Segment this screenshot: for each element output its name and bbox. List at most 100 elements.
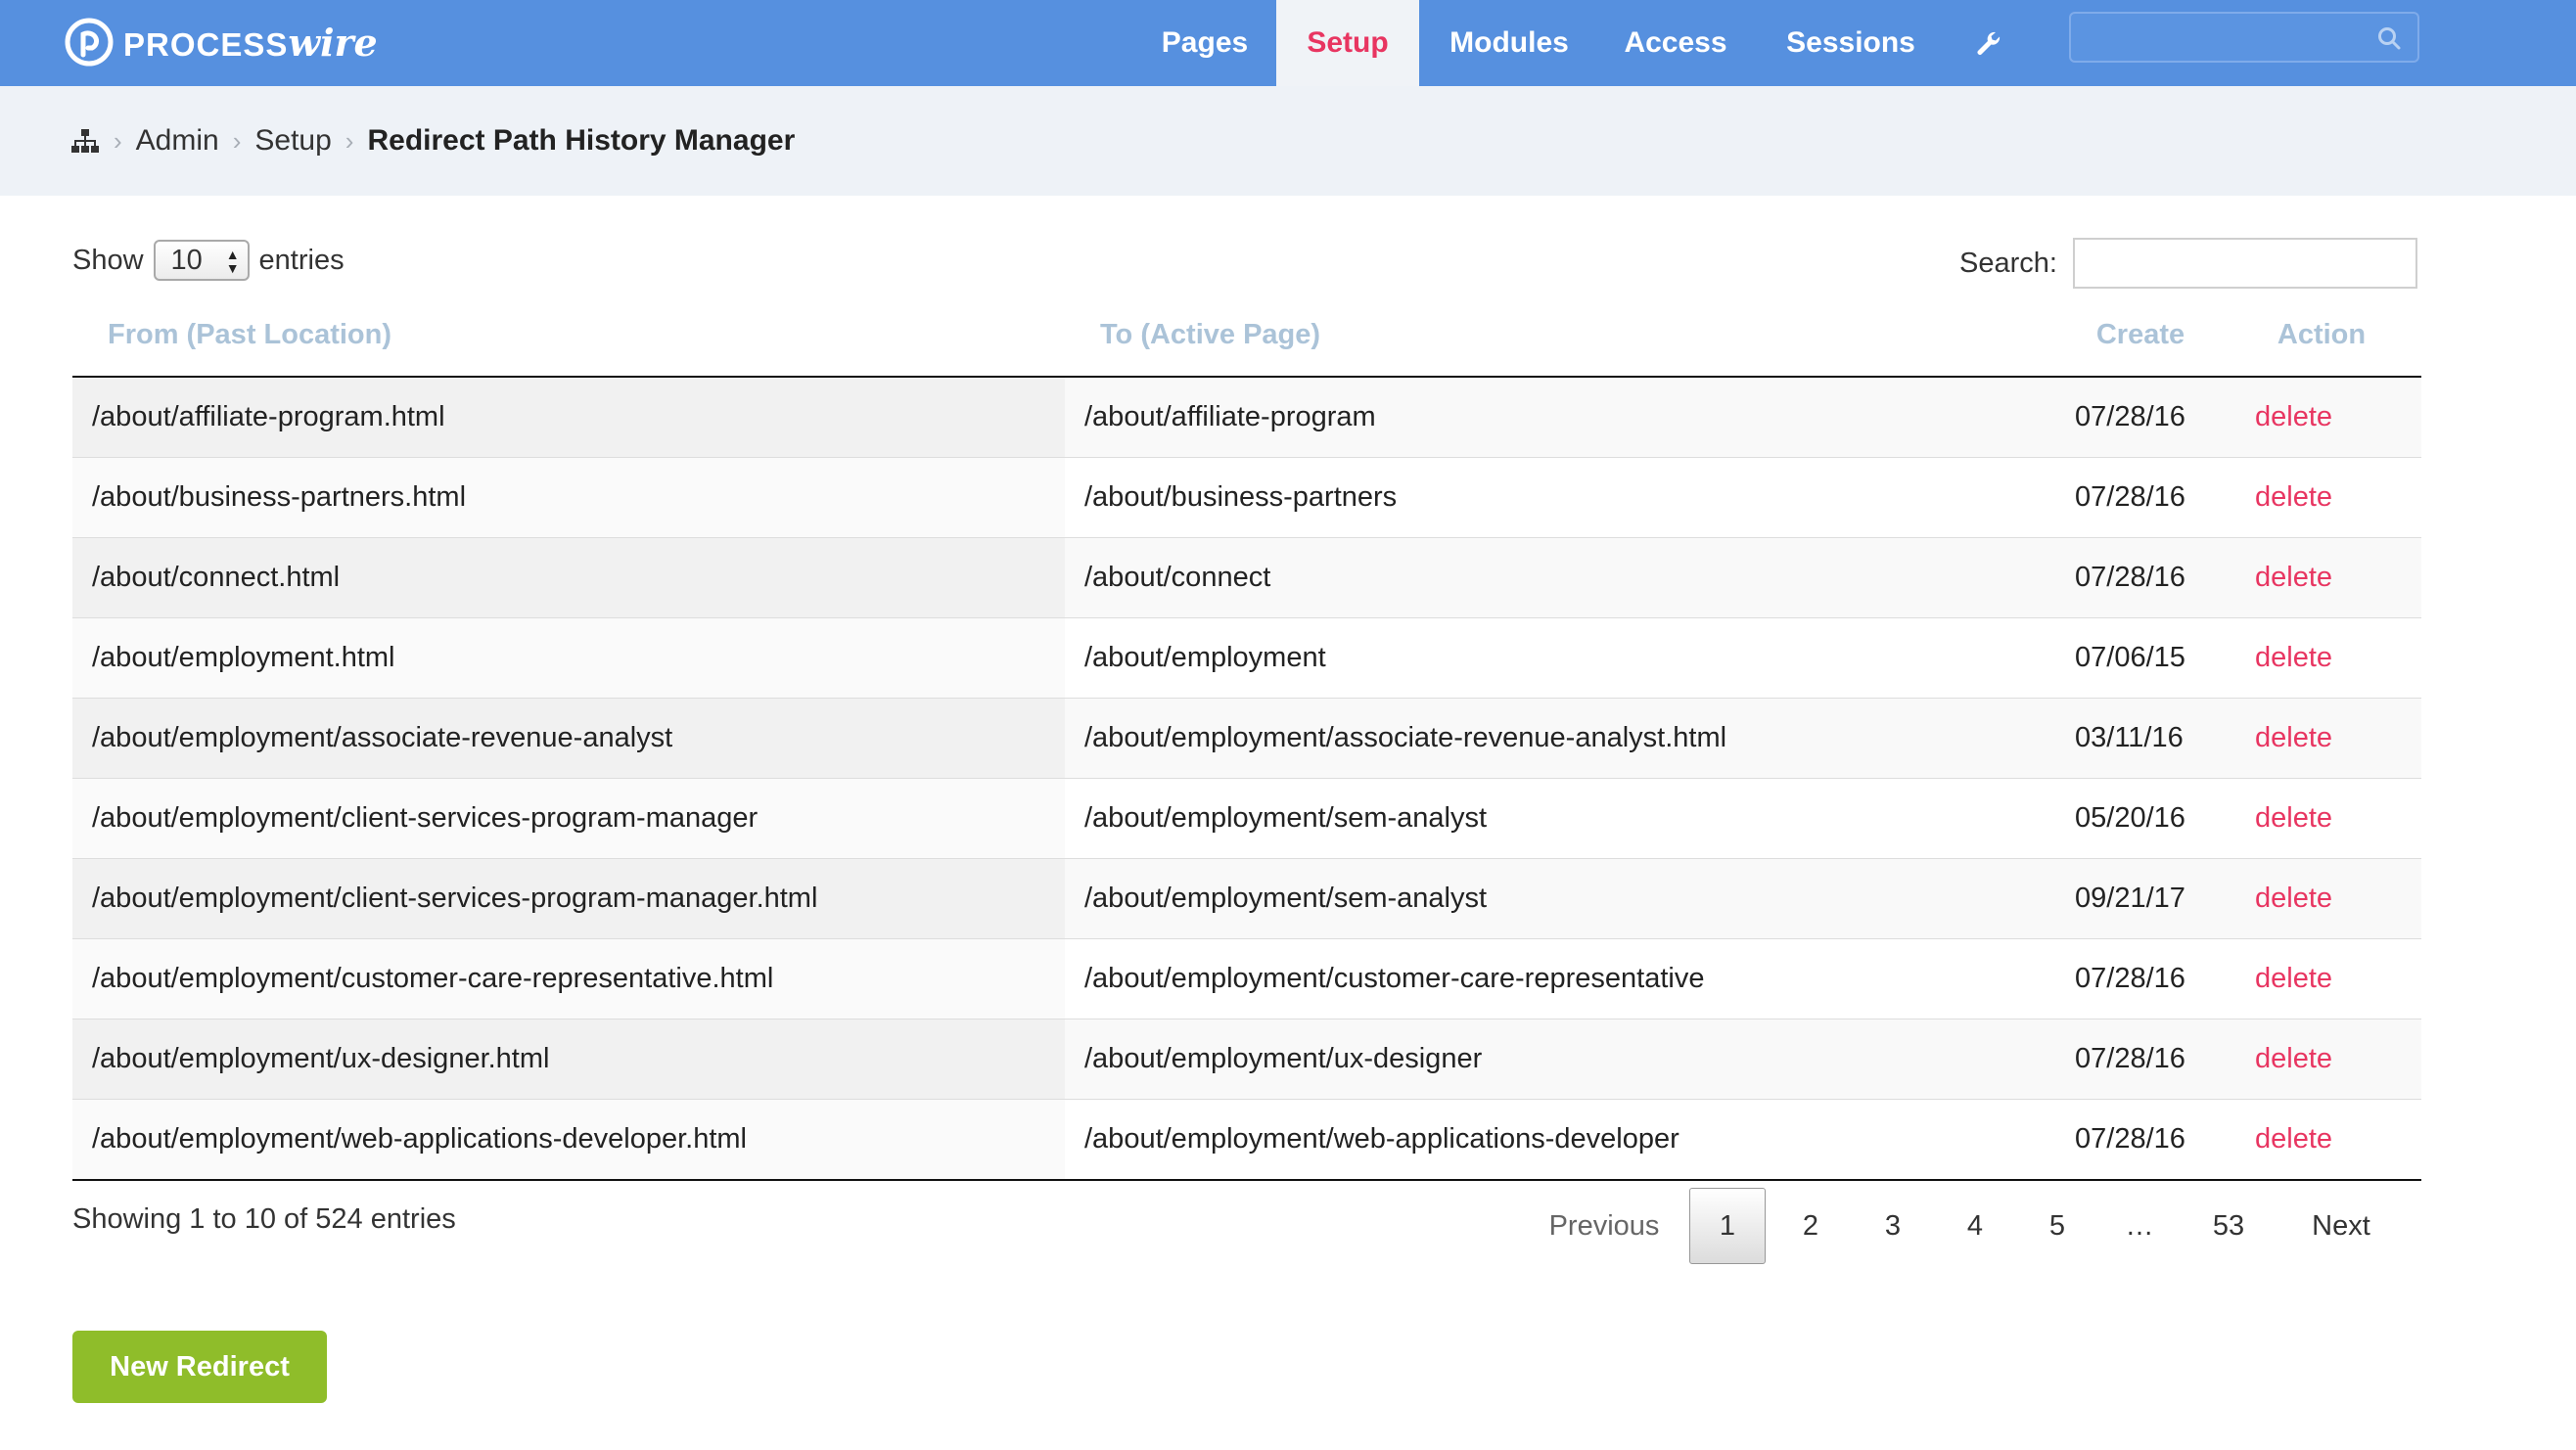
cell-created: 07/28/16 bbox=[2059, 1099, 2222, 1181]
table-row: /about/employment/associate-revenue-anal… bbox=[72, 698, 2421, 779]
cell-from: /about/connect.html bbox=[72, 537, 1065, 618]
pagination-page[interactable]: 4 bbox=[1934, 1188, 2016, 1264]
pagination-previous[interactable]: Previous bbox=[1523, 1188, 1685, 1264]
breadcrumb: › Admin › Setup › Redirect Path History … bbox=[70, 86, 795, 196]
top-search-input[interactable] bbox=[2069, 12, 2419, 63]
select-arrows-icon: ▲ ▼ bbox=[225, 247, 240, 276]
cell-to: /about/affiliate-program bbox=[1065, 377, 2059, 458]
table-row: /about/connect.html /about/connect 07/28… bbox=[72, 537, 2421, 618]
delete-link[interactable]: delete bbox=[2255, 1043, 2332, 1074]
cell-created: 07/28/16 bbox=[2059, 938, 2222, 1020]
cell-to: /about/business-partners bbox=[1065, 457, 2059, 538]
breadcrumb-separator: › bbox=[345, 125, 354, 156]
breadcrumb-bar: › Admin › Setup › Redirect Path History … bbox=[0, 86, 2576, 196]
cell-to: /about/employment/customer-care-represen… bbox=[1065, 938, 2059, 1020]
table-row: /about/employment/ux-designer.html /abou… bbox=[72, 1019, 2421, 1100]
breadcrumb-separator: › bbox=[232, 125, 242, 156]
delete-link[interactable]: delete bbox=[2255, 883, 2332, 914]
cell-created: 07/06/15 bbox=[2059, 617, 2222, 699]
pagination-page[interactable]: 3 bbox=[1852, 1188, 1934, 1264]
pagination-ellipsis: … bbox=[2125, 1209, 2154, 1242]
delete-link[interactable]: delete bbox=[2255, 802, 2332, 834]
pagination-page-last[interactable]: 53 bbox=[2181, 1188, 2277, 1264]
breadcrumb-admin[interactable]: Admin bbox=[136, 124, 219, 158]
nav-item-modules[interactable]: Modules bbox=[1419, 0, 1599, 86]
nav-item-tools[interactable] bbox=[1950, 0, 2026, 86]
pagination-page-current[interactable]: 1 bbox=[1689, 1188, 1766, 1264]
nav-item-setup[interactable]: Setup bbox=[1276, 0, 1419, 86]
cell-from: /about/employment.html bbox=[72, 617, 1065, 699]
entries-select-value: 10 bbox=[170, 244, 203, 276]
cell-created: 09/21/17 bbox=[2059, 858, 2222, 939]
processwire-logo-icon bbox=[65, 18, 114, 67]
table-search-input[interactable] bbox=[2072, 238, 2417, 289]
table-row: /about/employment/web-applications-devel… bbox=[72, 1099, 2421, 1181]
cell-from: /about/employment/ux-designer.html bbox=[72, 1019, 1065, 1100]
delete-link[interactable]: delete bbox=[2255, 1123, 2332, 1155]
pagination: Previous 1 2 3 4 5 … 53 Next bbox=[1523, 1186, 2406, 1266]
cell-from: /about/employment/customer-care-represen… bbox=[72, 938, 1065, 1020]
nav-item-access[interactable]: Access bbox=[1599, 0, 1752, 86]
delete-link[interactable]: delete bbox=[2255, 481, 2332, 513]
cell-from: /about/employment/web-applications-devel… bbox=[72, 1099, 1065, 1181]
cell-from: /about/business-partners.html bbox=[72, 457, 1065, 538]
search-label: Search: bbox=[1959, 247, 2057, 279]
wrench-icon bbox=[1977, 31, 2001, 55]
delete-link[interactable]: delete bbox=[2255, 963, 2332, 994]
cell-created: 03/11/16 bbox=[2059, 698, 2222, 779]
cell-from: /about/employment/client-services-progra… bbox=[72, 858, 1065, 939]
table-row: /about/business-partners.html /about/bus… bbox=[72, 457, 2421, 538]
table-row: /about/employment/client-services-progra… bbox=[72, 778, 2421, 859]
processwire-logo[interactable]: PROCESSwire bbox=[65, 18, 378, 67]
cell-created: 07/28/16 bbox=[2059, 1019, 2222, 1100]
entries-length-control: Show 10 ▲ ▼ entries bbox=[72, 239, 345, 282]
pagination-page[interactable]: 5 bbox=[2016, 1188, 2098, 1264]
entries-select[interactable]: 10 ▲ ▼ bbox=[153, 240, 250, 281]
table-row: /about/affiliate-program.html /about/aff… bbox=[72, 377, 2421, 458]
delete-link[interactable]: delete bbox=[2255, 401, 2332, 432]
table-row: /about/employment.html /about/employment… bbox=[72, 617, 2421, 699]
pagination-next[interactable]: Next bbox=[2277, 1188, 2406, 1264]
cell-to: /about/employment/sem-analyst bbox=[1065, 778, 2059, 859]
breadcrumb-setup[interactable]: Setup bbox=[254, 124, 331, 158]
cell-created: 07/28/16 bbox=[2059, 377, 2222, 458]
cell-to: /about/employment bbox=[1065, 617, 2059, 699]
new-redirect-button[interactable]: New Redirect bbox=[72, 1331, 327, 1403]
table-row: /about/employment/customer-care-represen… bbox=[72, 938, 2421, 1020]
cell-to: /about/connect bbox=[1065, 537, 2059, 618]
main-nav: Pages Setup Modules Access Sessions bbox=[1135, 0, 2026, 86]
page-title: Redirect Path History Manager bbox=[367, 124, 796, 157]
delete-link[interactable]: delete bbox=[2255, 642, 2332, 673]
cell-from: /about/employment/associate-revenue-anal… bbox=[72, 698, 1065, 779]
column-header-from[interactable]: From (Past Location) bbox=[72, 294, 1065, 378]
cell-created: 07/28/16 bbox=[2059, 537, 2222, 618]
search-icon bbox=[2378, 27, 2401, 50]
cell-from: /about/employment/client-services-progra… bbox=[72, 778, 1065, 859]
logo-text: PROCESSwire bbox=[123, 20, 378, 65]
cell-created: 07/28/16 bbox=[2059, 457, 2222, 538]
table-search: Search: bbox=[1959, 237, 2417, 290]
column-header-action[interactable]: Action bbox=[2222, 294, 2421, 378]
delete-link[interactable]: delete bbox=[2255, 722, 2332, 753]
table-header-row: From (Past Location) To (Active Page) Cr… bbox=[72, 294, 2421, 378]
table-row: /about/employment/client-services-progra… bbox=[72, 858, 2421, 939]
breadcrumb-separator: › bbox=[114, 125, 122, 156]
sitemap-icon[interactable] bbox=[70, 126, 100, 156]
column-header-create[interactable]: Create bbox=[2059, 294, 2222, 378]
column-header-to[interactable]: To (Active Page) bbox=[1065, 294, 2059, 378]
cell-created: 05/20/16 bbox=[2059, 778, 2222, 859]
cell-to: /about/employment/ux-designer bbox=[1065, 1019, 2059, 1100]
nav-item-pages[interactable]: Pages bbox=[1135, 0, 1274, 86]
entries-label: entries bbox=[258, 244, 345, 276]
cell-from: /about/affiliate-program.html bbox=[72, 377, 1065, 458]
cell-to: /about/employment/sem-analyst bbox=[1065, 858, 2059, 939]
cell-to: /about/employment/associate-revenue-anal… bbox=[1065, 698, 2059, 779]
table-info: Showing 1 to 10 of 524 entries bbox=[72, 1203, 456, 1235]
delete-link[interactable]: delete bbox=[2255, 562, 2332, 593]
show-label: Show bbox=[72, 244, 144, 276]
pagination-page[interactable]: 2 bbox=[1770, 1188, 1852, 1264]
nav-item-sessions[interactable]: Sessions bbox=[1752, 0, 1950, 86]
top-navbar: PROCESSwire Pages Setup Modules Access S… bbox=[0, 0, 2576, 86]
redirects-table: From (Past Location) To (Active Page) Cr… bbox=[72, 294, 2421, 1181]
cell-to: /about/employment/web-applications-devel… bbox=[1065, 1099, 2059, 1181]
